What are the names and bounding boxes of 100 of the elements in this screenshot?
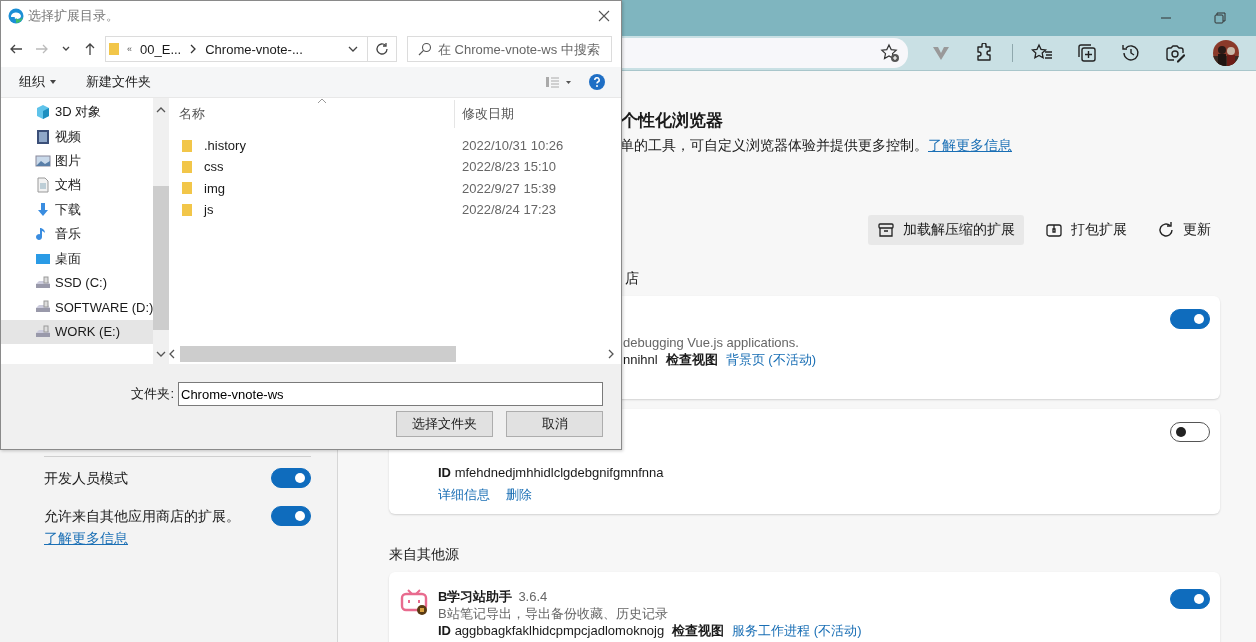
card-link[interactable]: 删除 xyxy=(506,486,532,503)
cancel-button[interactable]: 取消 xyxy=(506,411,603,437)
image-icon xyxy=(35,152,51,169)
path-segment[interactable]: « xyxy=(127,44,132,54)
folder-icon xyxy=(182,181,192,196)
scrollbar[interactable] xyxy=(153,98,170,364)
view-link[interactable]: 服务工作进程 (不活动) xyxy=(732,622,862,639)
toggle-switch[interactable] xyxy=(271,468,311,488)
search-icon xyxy=(418,42,432,56)
document-icon xyxy=(35,177,51,194)
puzzle-icon[interactable] xyxy=(974,43,994,63)
folder-icon xyxy=(182,202,192,217)
command-button[interactable]: 组织 xyxy=(13,71,62,93)
action-button[interactable]: 加载解压缩的扩展 xyxy=(868,215,1024,245)
drive-icon xyxy=(35,323,51,340)
nav-item[interactable]: WORK (E:) xyxy=(1,319,154,344)
nav-item[interactable]: 桌面 xyxy=(1,246,154,271)
download-icon xyxy=(35,201,51,218)
dialog-title: 选择扩展目录。 xyxy=(28,7,119,25)
file-date: 2022/8/23 15:10 xyxy=(461,159,556,175)
setting-label: 允许来自其他应用商店的扩展。 了解更多信息 xyxy=(44,507,241,548)
column-header[interactable]: 名称 xyxy=(162,100,455,128)
path-segment[interactable]: Chrome-vnote-... xyxy=(205,41,303,57)
folder-icon xyxy=(182,138,192,153)
nav-item[interactable]: 3D 对象 xyxy=(1,100,154,125)
action-button[interactable]: 打包扩展 xyxy=(1036,215,1136,245)
card-link[interactable]: 详细信息 xyxy=(438,486,490,503)
chevron-down-icon[interactable] xyxy=(347,44,359,54)
page-heading: 个性化浏览器 xyxy=(621,110,724,132)
camera-edit-icon[interactable] xyxy=(1165,43,1185,63)
restore-icon[interactable] xyxy=(1214,12,1226,24)
extension-id: nnihnl xyxy=(623,351,658,368)
view-link[interactable]: 背景页 (不活动) xyxy=(725,351,816,368)
extension-id: ID mfehdnedjmhhidlclgdebgnifgmnfnna xyxy=(438,464,664,481)
toggle-switch[interactable] xyxy=(1170,589,1210,609)
cube-icon xyxy=(35,104,51,121)
file-name[interactable]: img xyxy=(204,180,225,196)
view-options-icon[interactable] xyxy=(545,76,571,88)
nav-item[interactable]: SSD (C:) xyxy=(1,270,154,296)
extension-version: 3.6.4 xyxy=(518,588,548,605)
inspect-label: 检查视图 xyxy=(672,622,725,639)
close-icon[interactable] xyxy=(597,9,611,23)
package-icon xyxy=(1045,221,1063,239)
refresh-icon xyxy=(375,42,389,56)
extension-id: ID aggbbagkfaklhidcpmpcjadlomoknojg xyxy=(438,622,665,639)
toggle-switch[interactable] xyxy=(1170,422,1210,442)
address-bar[interactable]: « 00_E... Chrome-vnote-... xyxy=(105,36,367,62)
nav-item[interactable]: 文档 xyxy=(1,173,154,198)
forward-icon xyxy=(35,42,49,56)
file-name[interactable]: js xyxy=(204,202,214,218)
learn-more-link[interactable]: 了解更多信息 xyxy=(928,137,1012,153)
help-icon[interactable] xyxy=(589,74,605,90)
scroll-right-icon xyxy=(607,349,615,359)
nav-item[interactable]: 视频 xyxy=(1,124,154,149)
toggle-switch[interactable] xyxy=(1170,309,1210,329)
nav-item[interactable]: 音乐 xyxy=(1,221,154,247)
extension-description: debugging Vue.js applications. xyxy=(623,334,800,351)
file-date: 2022/8/24 17:23 xyxy=(461,202,556,218)
inspect-label: 检查视图 xyxy=(665,351,718,368)
refresh-button[interactable] xyxy=(367,36,397,62)
scroll-thumb[interactable] xyxy=(180,346,456,362)
sort-caret-icon xyxy=(317,98,327,104)
toggle-switch[interactable] xyxy=(271,506,311,526)
tv-icon xyxy=(400,588,428,616)
nav-item[interactable]: 下载 xyxy=(1,197,154,222)
drive-icon xyxy=(35,274,51,291)
search-field[interactable]: 在 Chrome-vnote-ws 中搜索 xyxy=(407,36,612,62)
refresh-icon xyxy=(1157,221,1175,239)
file-date: 2022/9/27 15:39 xyxy=(461,180,556,196)
chevron-right-icon xyxy=(189,44,198,54)
scroll-thumb[interactable] xyxy=(153,186,170,330)
nav-item[interactable]: 图片 xyxy=(1,148,154,174)
action-button[interactable]: 更新 xyxy=(1148,215,1220,245)
path-segment[interactable]: 00_E... xyxy=(140,41,182,57)
scroll-up-icon xyxy=(156,106,167,114)
command-button[interactable]: 新建文件夹 xyxy=(80,71,157,93)
up-icon[interactable] xyxy=(83,42,97,56)
scroll-down-icon xyxy=(156,350,167,358)
setting-label: 开发人员模式 xyxy=(44,469,129,488)
section-heading: 店 xyxy=(625,270,640,288)
film-icon xyxy=(35,128,51,145)
learn-more-link[interactable]: 了解更多信息 xyxy=(44,530,128,546)
scroll-left-icon xyxy=(168,349,176,359)
folder-name-field[interactable]: Chrome-vnote-ws xyxy=(178,382,603,406)
page-description: 单的工具，可自定义浏览器体验并提供更多控制。了解更多信息 xyxy=(620,137,1013,155)
file-name[interactable]: .history xyxy=(204,138,246,154)
file-name[interactable]: css xyxy=(204,159,224,175)
edge-logo-icon xyxy=(8,8,24,24)
file-date: 2022/10/31 10:26 xyxy=(461,138,564,154)
history-icon[interactable] xyxy=(1121,43,1141,63)
collections-icon[interactable] xyxy=(1077,43,1097,63)
select-folder-button[interactable]: 选择文件夹 xyxy=(396,411,493,437)
column-header[interactable]: 修改日期 xyxy=(455,105,514,123)
extension-name: B学习站助手 xyxy=(438,588,513,605)
back-icon[interactable] xyxy=(9,42,23,56)
folder-icon xyxy=(182,159,192,174)
archive-icon xyxy=(877,221,895,239)
folder-icon xyxy=(109,42,119,56)
nav-item[interactable]: SOFTWARE (D:) xyxy=(1,295,154,320)
star-add-icon[interactable] xyxy=(880,43,900,63)
